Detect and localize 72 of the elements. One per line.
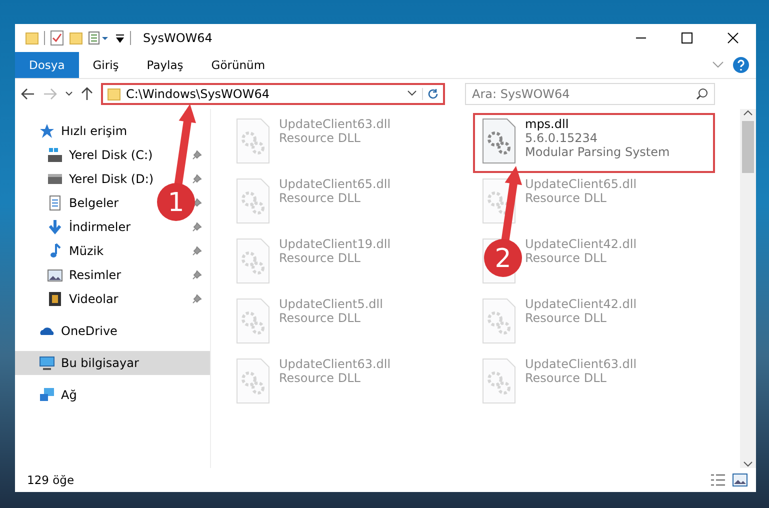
up-button[interactable] xyxy=(81,87,93,101)
sidebar-item[interactable]: Ağ xyxy=(39,383,77,407)
file-detail: Resource DLL xyxy=(279,371,362,385)
close-icon xyxy=(727,32,739,44)
file-detail: Resource DLL xyxy=(525,311,608,325)
network-icon xyxy=(39,387,55,403)
file-detail: 5.6.0.15234 xyxy=(525,131,599,145)
film-icon xyxy=(47,291,63,307)
ribbon-tab[interactable]: Giriş xyxy=(78,52,133,78)
sidebar-item[interactable]: Müzik xyxy=(47,239,104,263)
sidebar-item[interactable]: Resimler xyxy=(47,263,122,287)
sidebar-item[interactable]: Yerel Disk (D:) xyxy=(47,167,154,191)
pin-icon[interactable] xyxy=(192,270,202,280)
properties-icon[interactable] xyxy=(88,31,110,45)
down-arrow-icon xyxy=(47,219,63,235)
ribbon-tab[interactable]: Görünüm xyxy=(197,52,280,78)
sidebar-item[interactable]: Videolar xyxy=(47,287,118,311)
pin-icon[interactable] xyxy=(192,294,202,304)
dropdown-icon[interactable] xyxy=(407,90,417,98)
ribbon-tab[interactable]: Paylaş xyxy=(132,52,198,78)
callout-number: 2 xyxy=(494,244,512,274)
sidebar-item[interactable]: OneDrive xyxy=(39,319,118,343)
sidebar-item[interactable]: Bu bilgisayar xyxy=(39,351,139,375)
file-detail: Resource DLL xyxy=(525,251,608,265)
ribbon-tab[interactable]: Dosya xyxy=(15,52,79,78)
picture-icon xyxy=(47,267,63,283)
details-view-icon[interactable] xyxy=(710,473,726,487)
pin-icon[interactable] xyxy=(192,246,202,256)
file-detail: Resource DLL xyxy=(525,371,608,385)
thumbnail-view-icon[interactable] xyxy=(732,473,748,487)
chevron-icon[interactable] xyxy=(712,61,724,69)
file-detail: Resource DLL xyxy=(279,131,362,145)
file-item[interactable]: mps.dll 5.6.0.15234 Modular Parsing System xyxy=(475,115,713,171)
scroll-down-icon[interactable] xyxy=(743,460,753,468)
callout-badge xyxy=(157,183,195,221)
folder-icon xyxy=(107,87,121,101)
star-icon xyxy=(39,123,55,139)
file-detail: Modular Parsing System xyxy=(525,145,670,159)
sidebar-item[interactable]: Belgeler xyxy=(47,191,119,215)
recent-dropdown[interactable] xyxy=(65,91,73,97)
pin-icon[interactable] xyxy=(192,174,202,184)
pin-icon[interactable] xyxy=(192,198,202,208)
maximize-icon xyxy=(681,32,693,44)
dropdown-icon[interactable] xyxy=(115,32,125,44)
drive-icon xyxy=(47,171,63,187)
file-detail: Resource DLL xyxy=(279,251,362,265)
callout-number: 1 xyxy=(168,188,184,218)
pin-icon[interactable] xyxy=(192,150,202,160)
sidebar-item[interactable]: Hızlı erişim xyxy=(39,119,128,143)
item-count: 129 öğe xyxy=(27,473,74,487)
checklist-icon[interactable] xyxy=(50,30,64,46)
sidebar-item[interactable]: İndirmeler xyxy=(47,215,131,239)
computer-icon xyxy=(39,355,55,371)
scroll-up-icon[interactable] xyxy=(743,109,753,117)
pin-icon[interactable] xyxy=(192,222,202,232)
back-button[interactable] xyxy=(21,88,35,100)
file-name: mps.dll xyxy=(525,117,570,131)
callout-badge xyxy=(484,239,522,277)
document-icon xyxy=(47,195,63,211)
help-icon[interactable] xyxy=(732,56,750,74)
refresh-button[interactable] xyxy=(422,88,439,100)
window-title: SysWOW64 xyxy=(143,31,212,45)
scrollbar[interactable] xyxy=(740,109,756,468)
drive-icon xyxy=(47,147,63,163)
sidebar-item[interactable]: Yerel Disk (C:) xyxy=(47,143,153,167)
file-detail: Resource DLL xyxy=(279,191,362,205)
file-detail: Resource DLL xyxy=(525,191,608,205)
file-detail: Resource DLL xyxy=(279,311,362,325)
search-icon xyxy=(696,88,708,100)
address-bar[interactable]: C:\Windows\SysWOW64 xyxy=(101,83,445,105)
scroll-thumb[interactable] xyxy=(742,121,754,173)
search-field[interactable]: Ara: SysWOW64 xyxy=(465,83,715,105)
